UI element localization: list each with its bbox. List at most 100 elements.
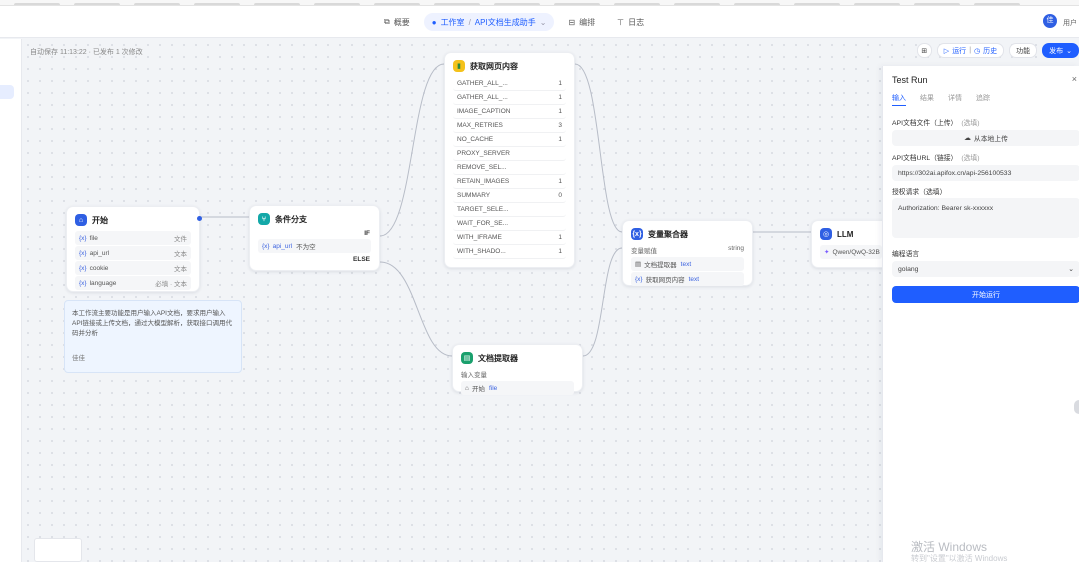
app-topbar: ⧉ 概要 ● 工作室 / API文档生成助手 ⌄ ⊟ 编排 ⊤ 日志 佳 用户 (0, 6, 1079, 38)
document-icon: ▤ (461, 352, 473, 364)
start-run-button[interactable]: 开始运行 (892, 286, 1079, 303)
upload-icon: ☁ (964, 135, 971, 142)
panel-tabs: 输入 结果 详情 追踪 (892, 93, 990, 106)
tab-detail[interactable]: 详情 (948, 93, 962, 106)
param-value: 1 (558, 248, 562, 255)
canvas-minimap[interactable] (34, 538, 82, 562)
tab-overview[interactable]: ⧉ 概要 (376, 13, 418, 31)
chevron-down-icon: ⌄ (1068, 266, 1074, 273)
tab-logs[interactable]: ⊤ 日志 (609, 13, 652, 31)
node-title: 获取网页内容 (470, 61, 518, 71)
variable-icon: {x} (635, 275, 643, 283)
tool-icon: ⊟ (568, 17, 576, 27)
param-name: WITH_IFRAME (457, 234, 502, 241)
close-icon[interactable]: × (1072, 74, 1077, 84)
variable-icon: {x} (262, 242, 270, 250)
cookie-textarea[interactable]: Authorization: Bearer sk-xxxxxx (892, 198, 1079, 238)
language-select[interactable]: golang ⌄ (892, 261, 1079, 277)
tab-trace[interactable]: 追踪 (976, 93, 990, 106)
node-title: 变量聚合器 (648, 229, 688, 239)
param-row: PROXY_SERVER (453, 147, 566, 161)
left-rail-active-item[interactable] (0, 85, 14, 99)
panel-scroll-handle[interactable] (1074, 400, 1079, 414)
param-row: GATHER_ALL_... 1 (453, 91, 566, 105)
param-row: MAX_RETRIES 3 (453, 119, 566, 133)
file-field-label: API文档文件（上传） (选填) (892, 120, 980, 127)
home-icon: ⌂ (75, 214, 87, 226)
breadcrumb-workspace[interactable]: 工作室 (441, 17, 465, 28)
model-icon: ✦ (824, 249, 830, 256)
home-icon: ⌂ (465, 384, 469, 392)
chevron-down-icon: ⌄ (1066, 47, 1072, 55)
param-list: GATHER_ALL_... 1 GATHER_ALL_... 1 IMAGE_CAPT… (445, 77, 574, 259)
history-icon: ◷ (974, 47, 981, 55)
list-item: {x} api_url 文本 (75, 246, 191, 260)
param-row: NO_CACHE 1 (453, 133, 566, 147)
chart-icon: ▮ (453, 60, 465, 72)
param-name: NO_CACHE (457, 136, 494, 143)
param-row: WITH_SHADO... 1 (453, 245, 566, 259)
note-text: 本工作流主要功能是用户输入API文档，要求用户输入API链接或上传文档，通过大模… (72, 310, 232, 337)
note-card[interactable]: 本工作流主要功能是用户输入API文档，要求用户输入API链接或上传文档，通过大模… (64, 300, 242, 373)
copy-icon: ⧉ (384, 17, 390, 26)
breadcrumb-app[interactable]: API文档生成助手 (475, 17, 536, 28)
list-item: ▤ 文档提取器 text (631, 257, 744, 271)
windows-watermark-sub: 转到"设置"以激活 Windows (911, 554, 1008, 562)
variable-icon: {x} (79, 234, 87, 242)
param-value: 1 (558, 234, 562, 241)
url-field-label: API文档URL（链接） (选填) (892, 155, 980, 162)
log-icon: ⊤ (617, 17, 625, 27)
param-name: REMOVE_SEL... (457, 164, 507, 171)
list-item: ⌂ 开始 file (461, 381, 574, 395)
node-variable-aggregator[interactable]: {x} 变量聚合器 变量赋值 string ▤ 文档提取器 text {x} 获… (622, 220, 753, 286)
variable-icon: {x} (79, 279, 87, 287)
node-start[interactable]: ⌂ 开始 {x} file 文件 {x} api_url 文本 {x} cookie 文本 … (66, 206, 202, 292)
publish-button[interactable]: 发布 ⌄ (1042, 43, 1079, 58)
node-doc-extractor[interactable]: ▤ 文档提取器 输入变量 ⌂ 开始 file (452, 344, 583, 395)
layout-icon: ⊞ (921, 47, 928, 55)
list-item: {x} cookie 文本 (75, 261, 191, 275)
nav-tabs: ⧉ 概要 ● 工作室 / API文档生成助手 ⌄ ⊟ 编排 ⊤ 日志 (376, 13, 652, 31)
node-condition-branch[interactable]: ⑂ 条件分支 IF {x} api_url 不为空 ELSE (249, 205, 380, 271)
input-label: 输入变量 (461, 372, 487, 379)
tab-input[interactable]: 输入 (892, 93, 906, 106)
autosave-status: 自动保存 11:13:22 · 已发布 1 次修改 (30, 49, 143, 56)
tab-result[interactable]: 结果 (920, 93, 934, 106)
avatar[interactable]: 佳 (1043, 14, 1057, 28)
run-toolbar: ⊞ ▷ 运行 | ◷ 历史 功能 发布 ⌄ (916, 43, 1079, 58)
list-item: {x} language 必填 · 文本 (75, 276, 191, 290)
param-name: SUMMARY (457, 192, 491, 199)
branch-icon: ⑂ (258, 213, 270, 225)
param-row: GATHER_ALL_... 1 (453, 77, 566, 91)
param-name: RETAIN_IMAGES (457, 178, 510, 185)
node-title: 文档提取器 (478, 353, 518, 363)
param-value: 3 (558, 122, 562, 129)
chevron-down-icon[interactable]: ⌄ (540, 18, 547, 27)
tab-orchestrate[interactable]: ⊟ 编排 (560, 13, 603, 31)
param-value: 1 (558, 136, 562, 143)
left-rail (0, 39, 22, 562)
panel-title: Test Run (892, 75, 928, 85)
param-value: 1 (558, 80, 562, 87)
param-value: 0 (558, 192, 562, 199)
user-name[interactable]: 用户 (1063, 18, 1077, 28)
param-name: PROXY_SERVER (457, 150, 510, 157)
param-name: WAIT_FOR_SE... (457, 220, 509, 227)
param-value: 1 (558, 94, 562, 101)
group-type: string (728, 245, 744, 252)
node-fetch-web[interactable]: ▮ 获取网页内容 GATHER_ALL_... 1 GATHER_ALL_... 1 I… (444, 52, 575, 268)
play-icon: ▷ (943, 47, 950, 55)
param-value: 1 (558, 108, 562, 115)
branch-else-label: ELSE (353, 256, 370, 263)
test-run-panel: Test Run × 输入 结果 详情 追踪 API文档文件（上传） (选填) ☁… (882, 66, 1079, 562)
variable-icon: {x} (79, 249, 87, 257)
feature-button[interactable]: 功能 (1009, 43, 1038, 58)
node-llm[interactable]: ◎ LLM ✦ Qwen/QwQ-32B (811, 220, 891, 268)
url-input[interactable]: https://302ai.apifox.cn/api-256100533 (892, 165, 1079, 181)
run-button[interactable]: ▷ 运行 | ◷ 历史 (936, 43, 1005, 58)
upload-button[interactable]: ☁ 从本地上传 (892, 130, 1079, 146)
variable-icon: {x} (631, 228, 643, 240)
breadcrumb[interactable]: ● 工作室 / API文档生成助手 ⌄ (423, 13, 555, 31)
output-handle[interactable] (197, 216, 202, 221)
layout-button[interactable]: ⊞ (916, 43, 932, 58)
